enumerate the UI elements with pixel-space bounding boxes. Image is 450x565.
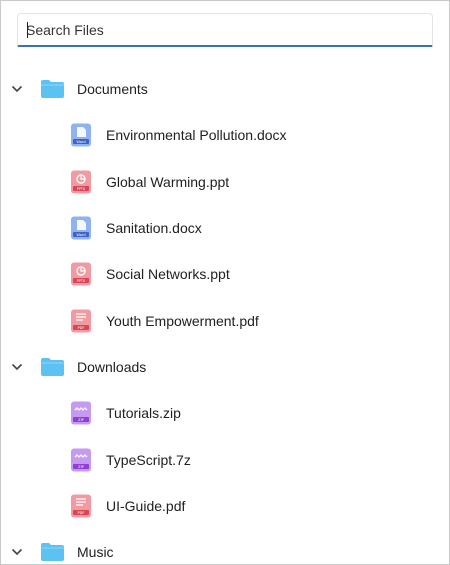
tree-node-file[interactable]: ZIP Tutorials.zip: [1, 390, 449, 436]
file-badge-text: Word: [76, 233, 85, 237]
file-label: Youth Empowerment.pdf: [106, 312, 259, 329]
file-label: UI-Guide.pdf: [106, 497, 186, 514]
file-explorer-panel: Documents Word Environmental Pollution.d…: [0, 0, 450, 565]
tree-node-file[interactable]: ZIP TypeScript.7z: [1, 436, 449, 482]
tree-node-file[interactable]: Word Sanitation.docx: [1, 205, 449, 251]
chevron-down-icon[interactable]: [10, 545, 24, 559]
zip-icon: ZIP: [71, 401, 91, 425]
text-cursor: [27, 22, 28, 38]
file-label: Sanitation.docx: [106, 220, 202, 237]
file-badge-text: ZIP: [78, 418, 85, 422]
file-label: Tutorials.zip: [106, 405, 181, 422]
chevron-down-icon[interactable]: [10, 82, 24, 96]
file-badge-text: Word: [76, 140, 85, 144]
tree-node-file[interactable]: PPTX Social Networks.ppt: [1, 251, 449, 297]
folder-label: Documents: [77, 81, 148, 98]
zip-icon: ZIP: [71, 448, 91, 472]
file-label: Global Warming.ppt: [106, 173, 230, 190]
ppt-icon: PPTX: [71, 170, 91, 194]
folder-icon: [41, 543, 64, 562]
tree-node-file[interactable]: PPTX Global Warming.ppt: [1, 159, 449, 205]
word-doc-icon: Word: [71, 216, 91, 240]
file-badge-text: ZIP: [78, 465, 85, 469]
tree-node-file[interactable]: PDF UI-Guide.pdf: [1, 483, 449, 529]
tree-node-downloads[interactable]: Downloads: [1, 344, 449, 390]
tree-node-file[interactable]: PDF Youth Empowerment.pdf: [1, 297, 449, 343]
folder-icon: [41, 80, 64, 99]
file-label: TypeScript.7z: [106, 451, 191, 468]
search-box[interactable]: [17, 13, 433, 47]
folder-icon: [41, 357, 64, 376]
tree-node-documents[interactable]: Documents: [1, 66, 449, 112]
search-input[interactable]: [26, 14, 424, 45]
tree-node-file[interactable]: Word Environmental Pollution.docx: [1, 112, 449, 158]
ppt-icon: PPTX: [71, 262, 91, 286]
word-doc-icon: Word: [71, 123, 91, 147]
tree-node-music[interactable]: Music: [1, 529, 449, 564]
file-badge-text: PPTX: [77, 279, 86, 283]
file-badge-text: PPTX: [77, 187, 86, 191]
chevron-down-icon[interactable]: [10, 360, 24, 374]
file-label: Environmental Pollution.docx: [106, 127, 287, 144]
folder-label: Music: [77, 544, 114, 561]
pdf-icon: PDF: [71, 494, 91, 518]
file-tree: Documents Word Environmental Pollution.d…: [1, 66, 449, 564]
file-badge-text: PDF: [77, 511, 84, 515]
folder-label: Downloads: [77, 358, 147, 375]
pdf-icon: PDF: [71, 309, 91, 333]
file-badge-text: PDF: [77, 326, 84, 330]
file-label: Social Networks.ppt: [106, 266, 230, 283]
